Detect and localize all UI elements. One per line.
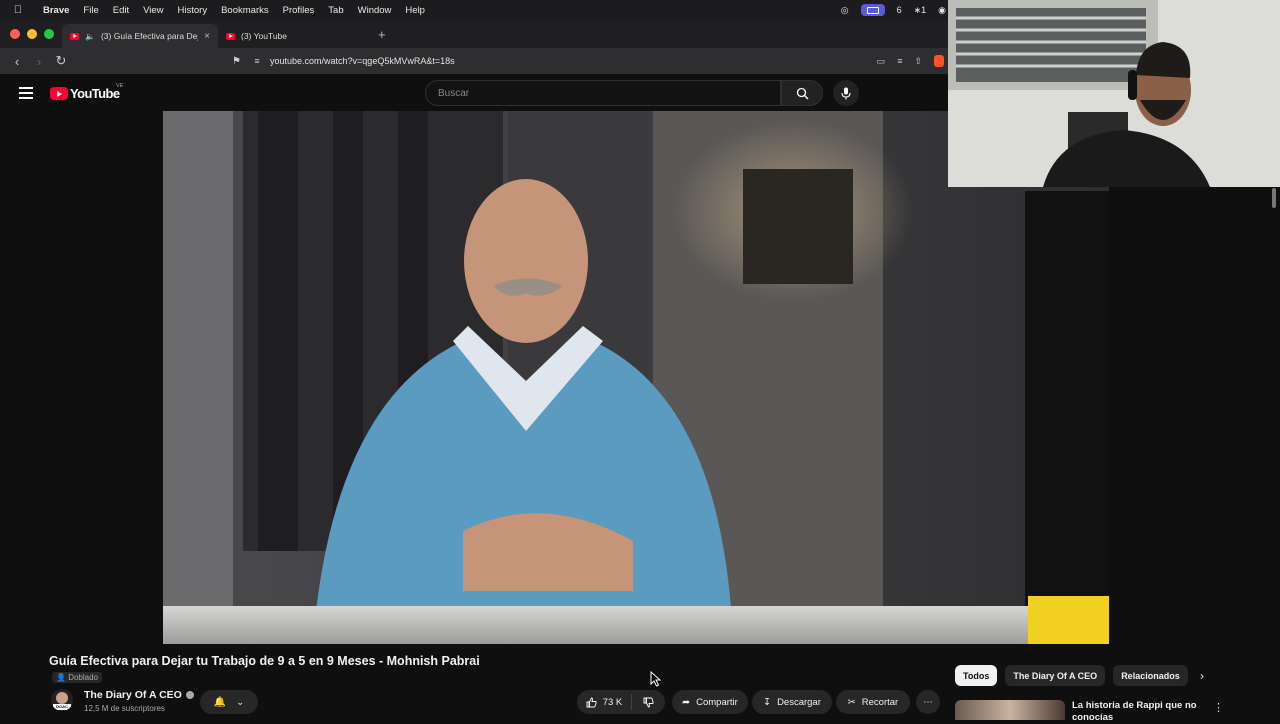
chevron-right-icon[interactable]: › bbox=[1200, 669, 1204, 683]
clip-button[interactable]: ✂ Recortar bbox=[836, 690, 910, 714]
more-vertical-icon[interactable]: ⋮ bbox=[1213, 701, 1224, 714]
tab-active-video[interactable]: 🔈 (3) Guía Efectiva para Dejar tu Trabaj… bbox=[62, 24, 218, 48]
address-bar-row: ‹ › ↻ ⚑ ≡ youtube.com/watch?v=qgeQ5kMVwR… bbox=[0, 48, 948, 74]
youtube-header: YouTube VE Buscar bbox=[0, 74, 948, 112]
subscriber-count: 12,5 M de suscriptores bbox=[84, 704, 165, 713]
bell-icon: 🔔 bbox=[213, 696, 227, 708]
share-page-icon[interactable]: ⇧ bbox=[914, 56, 922, 67]
bookmark-icon[interactable]: ⚑ bbox=[232, 56, 244, 67]
menu-app-name[interactable]: Brave bbox=[36, 5, 76, 16]
verified-icon bbox=[185, 691, 194, 699]
thumbs-down-icon bbox=[643, 697, 654, 707]
menu-profiles[interactable]: Profiles bbox=[276, 5, 322, 16]
scissors-icon: ✂ bbox=[847, 696, 856, 708]
mouse-cursor-icon bbox=[650, 671, 661, 687]
url-text[interactable]: youtube.com/watch?v=qgeQ5kMVwRA&t=18s bbox=[270, 56, 455, 66]
hamburger-menu-icon[interactable] bbox=[19, 87, 33, 102]
search-icon bbox=[796, 87, 808, 99]
zoom-window-button[interactable] bbox=[44, 29, 54, 39]
tab-title: (3) Guía Efectiva para Dejar tu Trabajo bbox=[100, 31, 198, 41]
window-controls bbox=[0, 29, 62, 39]
channel-name[interactable]: The Diary Of A CEO bbox=[84, 689, 194, 701]
channel-avatar[interactable]: DOAC bbox=[51, 689, 73, 711]
translate-icon[interactable]: ≡ bbox=[897, 56, 902, 66]
close-tab-icon[interactable]: × bbox=[204, 31, 210, 42]
chip-all[interactable]: Todos bbox=[955, 665, 998, 686]
brave-shields-icon[interactable] bbox=[934, 55, 944, 67]
right-sidebar-area bbox=[1109, 187, 1280, 644]
recommendation-thumbnail[interactable] bbox=[955, 700, 1065, 720]
share-icon: ➦ bbox=[682, 696, 691, 708]
chevron-down-icon: ⌄ bbox=[236, 696, 245, 708]
like-count: 73 K bbox=[602, 696, 623, 708]
dubbed-label: Doblado bbox=[68, 673, 98, 682]
video-frame bbox=[163, 111, 1109, 644]
screen-share-icon[interactable] bbox=[860, 4, 885, 16]
video-title: Guía Efectiva para Dejar tu Trabajo de 9… bbox=[49, 654, 480, 668]
filter-chips: Todos The Diary Of A CEO Relacionados bbox=[955, 665, 1188, 686]
menu-edit[interactable]: Edit bbox=[106, 5, 136, 16]
dislike-button[interactable] bbox=[632, 697, 665, 708]
youtube-favicon-icon bbox=[70, 32, 79, 40]
menu-window[interactable]: Window bbox=[351, 5, 399, 16]
tab-youtube[interactable]: (3) YouTube bbox=[218, 24, 374, 48]
address-bar-icons: ▭ ≡ ⇧ bbox=[877, 48, 948, 74]
control-center-icon[interactable]: ◎ bbox=[841, 5, 849, 16]
youtube-play-icon bbox=[50, 87, 68, 100]
more-actions-button[interactable]: ⋯ bbox=[916, 690, 940, 714]
microphone-icon bbox=[841, 87, 851, 99]
country-code: VE bbox=[116, 83, 124, 89]
browser-tab-strip: 🔈 (3) Guía Efectiva para Dejar tu Trabaj… bbox=[0, 20, 948, 48]
avatar-label: DOAC bbox=[53, 704, 71, 710]
scrollbar[interactable] bbox=[1272, 188, 1276, 208]
close-window-button[interactable] bbox=[10, 29, 20, 39]
webcam-overlay bbox=[948, 0, 1280, 187]
youtube-logo[interactable]: YouTube VE bbox=[50, 83, 123, 101]
status-extra[interactable]: ∗1 bbox=[914, 5, 927, 16]
status-count[interactable]: 6 bbox=[897, 5, 902, 15]
chip-related[interactable]: Relacionados bbox=[1113, 665, 1188, 686]
youtube-favicon-icon bbox=[226, 32, 235, 40]
site-settings-icon[interactable]: ≡ bbox=[244, 56, 270, 66]
new-tab-button[interactable]: + bbox=[374, 27, 386, 42]
menu-tab[interactable]: Tab bbox=[321, 5, 350, 16]
recommendation-title[interactable]: La historia de Rappi que no conocías bbox=[1072, 700, 1202, 724]
channel-name-text[interactable]: The Diary Of A CEO bbox=[84, 689, 182, 701]
menubar-status-area: ◎ 6 ∗1 ◉ bbox=[841, 0, 946, 20]
video-player[interactable] bbox=[163, 111, 1109, 644]
notifications-button[interactable]: 🔔 ⌄ bbox=[200, 690, 258, 714]
chip-channel[interactable]: The Diary Of A CEO bbox=[1005, 665, 1106, 686]
search-button[interactable] bbox=[781, 80, 823, 106]
clip-label: Recortar bbox=[861, 696, 899, 708]
share-label: Compartir bbox=[696, 696, 738, 708]
menu-bookmarks[interactable]: Bookmarks bbox=[214, 5, 276, 16]
dubbed-badge: 👤 Doblado bbox=[52, 672, 102, 683]
forward-icon[interactable]: › bbox=[28, 54, 50, 69]
download-button[interactable]: ↧ Descargar bbox=[752, 690, 832, 714]
apple-menu-icon[interactable]:  bbox=[0, 4, 36, 16]
tab-title: (3) YouTube bbox=[241, 31, 287, 41]
menu-file[interactable]: File bbox=[76, 5, 105, 16]
speaker-icon[interactable]: 🔈 bbox=[85, 32, 95, 41]
reload-icon[interactable]: ↻ bbox=[50, 53, 72, 69]
minimize-window-button[interactable] bbox=[27, 29, 37, 39]
share-button[interactable]: ➦ Compartir bbox=[672, 690, 748, 714]
voice-search-button[interactable] bbox=[833, 80, 859, 106]
cast-icon[interactable]: ▭ bbox=[877, 56, 886, 67]
search-input[interactable]: Buscar bbox=[425, 80, 781, 106]
download-icon: ↧ bbox=[763, 696, 772, 708]
thumbs-up-icon bbox=[586, 697, 597, 707]
back-icon[interactable]: ‹ bbox=[6, 54, 28, 69]
url-field[interactable]: ⚑ ≡ youtube.com/watch?v=qgeQ5kMVwRA&t=18… bbox=[232, 51, 948, 71]
like-button[interactable]: 73 K bbox=[577, 694, 632, 710]
more-horizontal-icon: ⋯ bbox=[923, 696, 933, 708]
download-label: Descargar bbox=[777, 696, 821, 708]
webcam-frame bbox=[948, 0, 1280, 187]
youtube-wordmark: YouTube bbox=[70, 86, 120, 101]
menu-help[interactable]: Help bbox=[398, 5, 432, 16]
shield-icon[interactable]: ◉ bbox=[938, 5, 946, 16]
menu-view[interactable]: View bbox=[136, 5, 170, 16]
like-dislike-group: 73 K bbox=[577, 690, 665, 714]
menu-history[interactable]: History bbox=[171, 5, 215, 16]
